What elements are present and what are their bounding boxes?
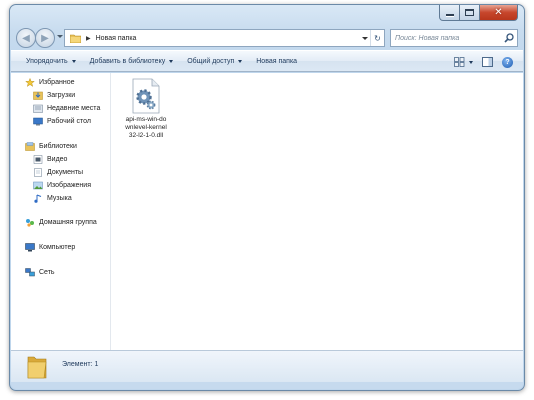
sidebar-item-pictures[interactable]: Изображения [33, 179, 91, 191]
network-icon [25, 267, 35, 276]
close-button[interactable]: ✕ [480, 5, 518, 21]
downloads-icon [33, 91, 43, 100]
address-bar[interactable]: ▶ Новая папка ↻ [64, 29, 385, 47]
add-to-library-dropdown-icon [169, 60, 174, 63]
help-glyph: ? [505, 58, 510, 66]
share-button[interactable]: Общий доступ [180, 51, 249, 71]
details-pane: Элемент: 1 [11, 350, 523, 382]
sidebar-item-favorites[interactable]: Избранное [25, 76, 74, 88]
back-button[interactable]: ◀ [16, 28, 36, 48]
sidebar-item-label: Избранное [39, 78, 75, 86]
desktop-icon [33, 117, 43, 125]
window-bottom-border [11, 382, 523, 389]
sidebar-item-recent-places[interactable]: Недавние места [33, 102, 100, 114]
recent-pages-dropdown[interactable] [57, 35, 63, 38]
sidebar-item-music[interactable]: Музыка [33, 192, 72, 204]
folder-icon [70, 34, 81, 43]
sidebar-item-downloads[interactable]: Загрузки [33, 89, 75, 101]
search-input[interactable]: Поиск: Новая папка [395, 35, 459, 42]
refresh-button[interactable]: ↻ [370, 30, 384, 46]
sidebar-item-documents[interactable]: Документы [33, 166, 83, 178]
homegroup-icon [26, 218, 34, 227]
sidebar-item-label: Недавние места [47, 104, 101, 112]
sidebar-item-libraries[interactable]: Библиотеки [25, 140, 77, 152]
share-dropdown-icon [238, 60, 243, 63]
minimize-icon [445, 14, 454, 16]
music-icon [34, 194, 42, 203]
search-icon[interactable] [504, 33, 514, 43]
sidebar-item-label: Компьютер [39, 243, 76, 251]
minimize-button[interactable] [439, 5, 460, 21]
sidebar-item-label: Документы [47, 168, 84, 176]
address-history-dropdown-icon[interactable] [362, 37, 368, 40]
breadcrumb-separator-icon[interactable]: ▶ [86, 35, 91, 42]
navigation-pane: Избранное Загрузки Недавние места Рабочи… [11, 73, 111, 350]
star-icon [25, 77, 35, 87]
file-list: api-ms-win-downlevel-kernel32-l2-1-0.dll [112, 73, 523, 350]
sidebar-item-label: Домашняя группа [39, 218, 97, 226]
sidebar-item-computer[interactable]: Компьютер [25, 241, 75, 253]
content-area: Избранное Загрузки Недавние места Рабочи… [11, 73, 523, 350]
sidebar-item-label: Музыка [47, 194, 72, 202]
command-bar: Упорядочить Добавить в библиотеку Общий … [11, 50, 523, 72]
search-box[interactable]: Поиск: Новая папка [390, 29, 518, 47]
documents-icon [34, 167, 42, 177]
organize-dropdown-icon [71, 60, 76, 63]
navigation-bar: ◀ ▶ ▶ Новая папка ↻ Поиск: Новая папка [16, 27, 518, 49]
forward-arrow-icon: ▶ [41, 32, 49, 44]
libraries-icon [25, 141, 35, 151]
forward-button[interactable]: ▶ [35, 28, 55, 48]
file-item[interactable]: api-ms-win-downlevel-kernel32-l2-1-0.dll [124, 76, 168, 140]
change-view-icon[interactable] [454, 57, 465, 67]
maximize-button[interactable] [460, 5, 480, 21]
sidebar-item-desktop[interactable]: Рабочий стол [33, 115, 91, 127]
explorer-window: ✕ ◀ ▶ ▶ Новая папка ↻ Поиск: Новая папка [9, 4, 525, 391]
folder-icon [27, 356, 47, 379]
file-name: api-ms-win-downlevel-kernel32-l2-1-0.dll [125, 116, 167, 139]
refresh-icon: ↻ [374, 33, 381, 43]
sidebar-item-label: Библиотеки [39, 142, 77, 150]
preview-pane-icon[interactable] [482, 57, 493, 67]
new-folder-label: Новая папка [256, 57, 298, 65]
item-count-status: Элемент: 1 [62, 361, 99, 368]
organize-label: Упорядочить [26, 57, 68, 65]
sidebar-item-homegroup[interactable]: Домашняя группа [25, 216, 97, 228]
computer-icon [25, 242, 35, 251]
sidebar-item-label: Рабочий стол [47, 117, 91, 125]
add-to-library-button[interactable]: Добавить в библиотеку [83, 51, 181, 71]
organize-button[interactable]: Упорядочить [19, 51, 83, 71]
view-controls: ? [454, 55, 513, 69]
close-icon: ✕ [494, 6, 503, 18]
sidebar-item-label: Загрузки [47, 91, 76, 99]
video-icon [33, 154, 43, 164]
sidebar-item-label: Изображения [47, 181, 91, 189]
help-icon[interactable]: ? [502, 56, 513, 68]
breadcrumb-current-folder[interactable]: Новая папка [96, 35, 137, 42]
sidebar-item-label: Видео [47, 155, 68, 163]
add-to-library-label: Добавить в библиотеку [89, 57, 166, 65]
dll-file-icon [132, 78, 160, 114]
pictures-icon [33, 181, 43, 189]
maximize-icon [465, 9, 474, 16]
share-label: Общий доступ [187, 57, 235, 65]
new-folder-button[interactable]: Новая папка [249, 51, 304, 71]
sidebar-item-label: Сеть [39, 268, 55, 276]
back-arrow-icon: ◀ [22, 32, 30, 44]
caption-buttons: ✕ [439, 5, 518, 21]
sidebar-item-network[interactable]: Сеть [25, 266, 55, 278]
recent-places-icon [33, 104, 43, 113]
view-options-dropdown-icon[interactable] [469, 60, 473, 64]
sidebar-item-video[interactable]: Видео [33, 153, 67, 165]
